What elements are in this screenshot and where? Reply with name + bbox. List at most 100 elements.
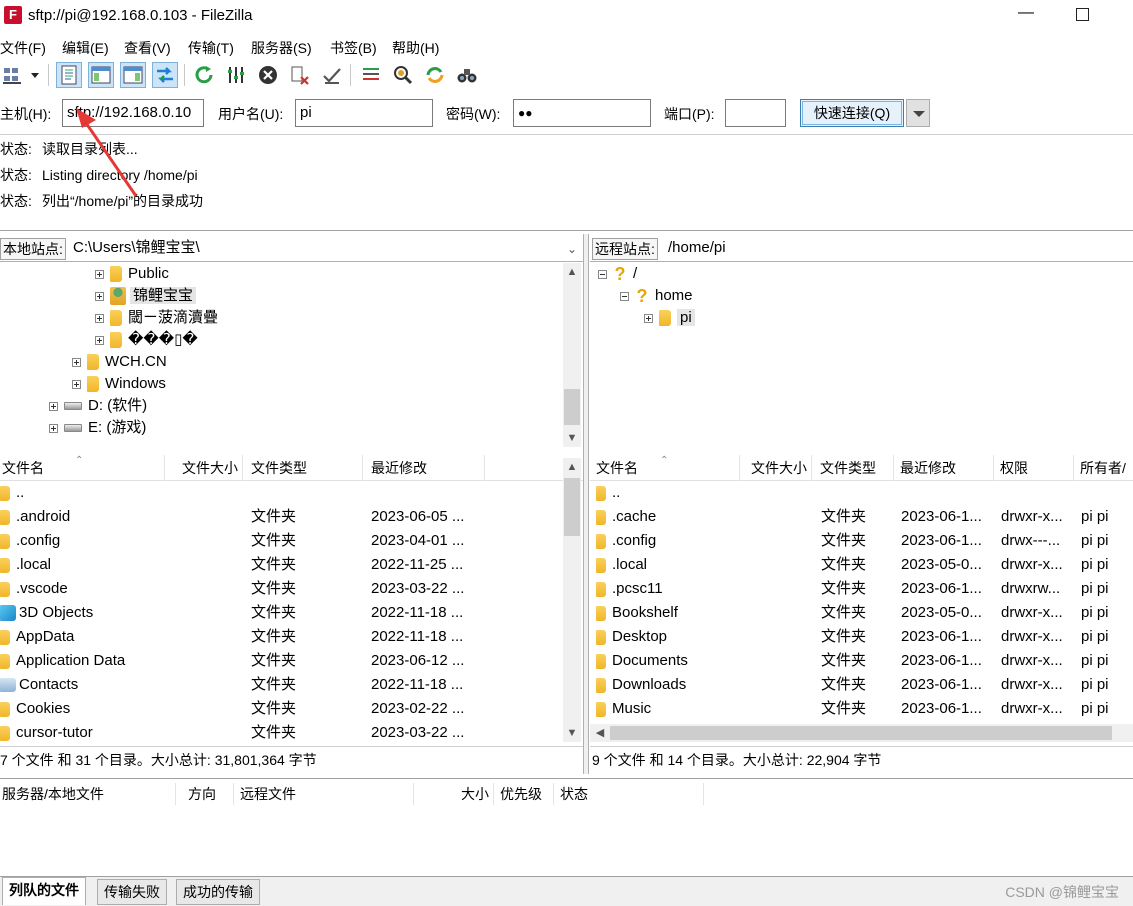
local-tree-scrollbar[interactable]: ▲ ▼ [563,263,581,447]
list-item[interactable]: cursor-tutor 文件夹 2023-03-22 ... [0,721,561,743]
menu-file[interactable]: 文件(F) [0,38,46,58]
expand-icon[interactable] [49,423,58,433]
list-item[interactable]: .cache 文件夹 2023-06-1... drwxr-x... pi pi [590,505,1133,529]
sync-browse-icon[interactable] [422,62,448,88]
scroll-down-icon[interactable]: ▼ [563,724,581,742]
list-item[interactable]: .pcsc11 文件夹 2023-06-1... drwxrw... pi pi [590,577,1133,601]
list-item[interactable]: Downloads 文件夹 2023-06-1... drwxr-x... pi pi [590,673,1133,697]
expand-icon[interactable] [72,379,81,389]
remote-tree-icon[interactable] [120,62,146,88]
quickconnect-history-dropdown[interactable] [906,99,930,127]
message-log-icon[interactable] [56,62,82,88]
maximize-button[interactable] [1076,8,1089,21]
tree-node[interactable]: ? / [598,263,637,285]
expand-icon[interactable] [95,291,104,301]
expand-icon[interactable] [49,401,58,411]
list-item[interactable]: .android 文件夹 2023-06-05 ... [0,505,561,529]
cancel-icon[interactable] [255,62,281,88]
column-modified[interactable]: 最近修改 [363,455,485,481]
username-input[interactable]: pi [295,99,433,127]
quickconnect-button[interactable]: 快速连接(Q) [800,99,904,127]
remote-site-path[interactable]: /home/pi [668,238,726,260]
list-item[interactable]: Application Data 文件夹 2023-06-12 ... [0,649,561,673]
expand-icon[interactable] [644,313,653,323]
column-filetype[interactable]: 文件类型 [812,455,894,481]
toggle-filter-icon[interactable] [390,62,416,88]
list-item[interactable]: Bookshelf 文件夹 2023-05-0... drwxr-x... pi pi [590,601,1133,625]
list-item[interactable]: .config 文件夹 2023-06-1... drwx---... pi pi [590,529,1133,553]
expand-icon[interactable] [72,357,81,367]
menu-view[interactable]: 查看(V) [124,38,171,58]
scroll-thumb[interactable] [610,726,1112,740]
local-list-scrollbar[interactable]: ▲ ▼ [563,458,581,742]
list-item[interactable]: Contacts 文件夹 2022-11-18 ... [0,673,561,697]
column-filesize[interactable]: 文件大小 [740,455,812,481]
list-item[interactable]: Music 文件夹 2023-06-1... drwxr-x... pi pi [590,697,1133,721]
queue-column-size[interactable]: 大小 [414,783,494,805]
list-item[interactable]: .local 文件夹 2022-11-25 ... [0,553,561,577]
tree-node[interactable]: E: (游戏) [49,417,146,439]
tree-node[interactable]: D: (软件) [49,395,147,417]
column-owner[interactable]: 所有者/ [1074,455,1133,481]
menu-transfer[interactable]: 传输(T) [188,38,234,58]
expand-icon[interactable] [95,335,104,345]
search-icon[interactable] [454,62,480,88]
queue-column-local[interactable]: 服务器/本地文件 [0,783,176,805]
host-input[interactable]: sftp://192.168.0.10 [62,99,204,127]
column-modified[interactable]: 最近修改 [894,455,994,481]
list-item[interactable]: Documents 文件夹 2023-06-1... drwxr-x... pi pi [590,649,1133,673]
column-filesize[interactable]: 文件大小 [165,455,243,481]
site-manager-icon[interactable] [0,62,26,88]
menu-server[interactable]: 服务器(S) [251,38,312,58]
list-item[interactable]: .vscode 文件夹 2023-03-22 ... [0,577,561,601]
tree-node[interactable]: ? home [620,285,693,307]
expand-icon[interactable] [95,269,104,279]
tree-node[interactable]: 閾ㄧ菠滴瀆疊 [95,307,218,329]
tree-node[interactable]: WCH.CN [72,351,167,373]
disconnect-icon[interactable] [287,62,313,88]
column-permissions[interactable]: 权限 [994,455,1074,481]
process-queue-icon[interactable] [223,62,249,88]
minimize-button[interactable]: — [1016,4,1036,26]
tree-node[interactable]: pi [644,307,695,329]
local-site-path[interactable]: C:\Users\锦鲤宝宝\ [73,238,200,260]
scroll-up-icon[interactable]: ▲ [563,458,581,476]
scroll-thumb[interactable] [564,478,580,536]
tree-node[interactable]: ���▯� [95,329,198,351]
port-input[interactable] [725,99,786,127]
expand-icon[interactable] [95,313,104,323]
list-item[interactable]: .. [0,481,561,505]
queue-column-remote[interactable]: 远程文件 [234,783,414,805]
local-tree-icon[interactable] [88,62,114,88]
tab-failed-transfers[interactable]: 传输失败 [97,879,167,905]
list-item[interactable]: 3D Objects 文件夹 2022-11-18 ... [0,601,561,625]
scroll-thumb[interactable] [564,389,580,425]
transfer-queue-icon[interactable] [152,62,178,88]
tree-node[interactable]: Windows [72,373,166,395]
scroll-down-icon[interactable]: ▼ [563,429,581,447]
remote-list-hscrollbar[interactable]: ◀ [590,724,1133,742]
list-item[interactable]: .config 文件夹 2023-04-01 ... [0,529,561,553]
collapse-icon[interactable] [598,269,607,279]
queue-column-direction[interactable]: 方向 [176,783,234,805]
list-item[interactable]: Cookies 文件夹 2023-02-22 ... [0,697,561,721]
column-filetype[interactable]: 文件类型 [243,455,363,481]
queue-column-status[interactable]: 状态 [554,783,704,805]
queue-column-priority[interactable]: 优先级 [494,783,554,805]
tree-node[interactable]: 锦鲤宝宝 [95,285,197,307]
reconnect-icon[interactable] [319,62,345,88]
menu-bookmarks[interactable]: 书签(B) [330,38,377,58]
collapse-icon[interactable] [620,291,629,301]
menu-edit[interactable]: 编辑(E) [62,38,109,58]
list-item[interactable]: Desktop 文件夹 2023-06-1... drwxr-x... pi pi [590,625,1133,649]
list-item[interactable]: AppData 文件夹 2022-11-18 ... [0,625,561,649]
refresh-icon[interactable] [191,62,217,88]
pane-divider[interactable] [583,234,589,774]
chevron-down-icon[interactable]: ⌄ [567,242,577,256]
tab-queued-files[interactable]: 列队的文件 [2,877,86,905]
scroll-up-icon[interactable]: ▲ [563,263,581,281]
site-manager-dropdown-icon[interactable] [28,62,42,88]
menu-help[interactable]: 帮助(H) [392,38,439,58]
list-item[interactable]: .. [590,481,1133,505]
password-input[interactable]: ●● [513,99,651,127]
